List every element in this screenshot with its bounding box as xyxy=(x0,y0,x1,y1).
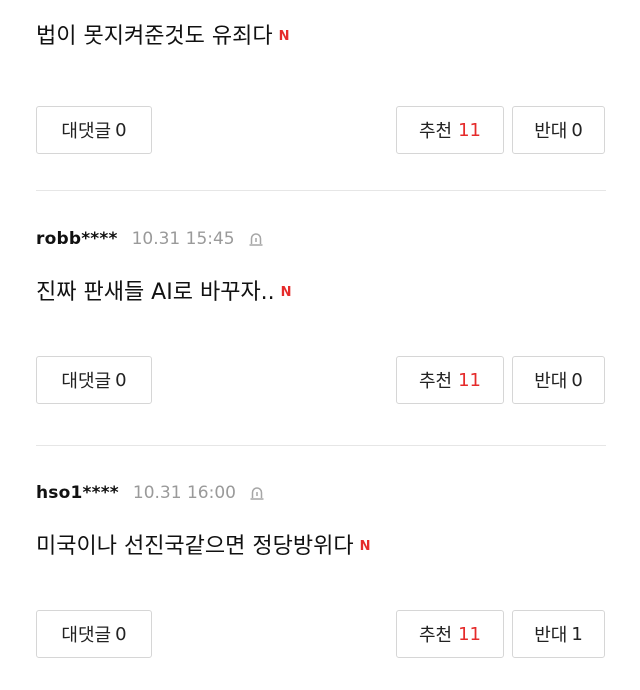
reply-label: 대댓글 xyxy=(61,625,112,646)
comment-body: 미국이나 선진국같으면 정당방위다 xyxy=(36,534,354,559)
reply-label: 대댓글 xyxy=(61,371,112,392)
downvote-label: 반대 xyxy=(534,625,568,646)
comment-text: 진짜 판새들 AI로 바꾸자.. N xyxy=(36,274,292,306)
upvote-label: 추천 xyxy=(418,371,453,392)
comment-list: 법이 못지켜준것도 유죄다 N 대댓글 0 추천 11 반대 0 robb***… xyxy=(0,0,640,690)
upvote-label: 추천 xyxy=(418,625,453,646)
comment-body: 법이 못지켜준것도 유죄다 xyxy=(36,24,273,49)
downvote-button[interactable]: 반대 1 xyxy=(512,610,605,658)
downvote-label: 반대 xyxy=(534,371,568,392)
reply-button[interactable]: 대댓글 0 xyxy=(36,106,152,154)
comment-divider xyxy=(36,445,606,446)
new-badge: N xyxy=(278,28,290,44)
reply-count: 0 xyxy=(115,119,127,141)
downvote-button[interactable]: 반대 0 xyxy=(512,356,605,404)
reply-count: 0 xyxy=(115,369,127,391)
comment-text: 미국이나 선진국같으면 정당방위다 N xyxy=(36,528,370,560)
upvote-label: 추천 xyxy=(418,121,453,142)
comment-time: 10.31 16:00 xyxy=(132,483,236,503)
comment-divider xyxy=(36,190,606,191)
downvote-label: 반대 xyxy=(534,121,568,142)
upvote-button[interactable]: 추천 11 xyxy=(396,610,504,658)
reply-count: 0 xyxy=(115,623,127,645)
comment-time: 10.31 15:45 xyxy=(131,229,235,249)
new-badge: N xyxy=(359,538,371,554)
comment-body: 진짜 판새들 AI로 바꾸자.. xyxy=(36,280,275,305)
downvote-count: 1 xyxy=(571,623,583,645)
downvote-count: 0 xyxy=(571,119,583,141)
comment-text: 법이 못지켜준것도 유죄다 N xyxy=(36,18,290,50)
new-badge: N xyxy=(280,284,292,300)
siren-icon[interactable] xyxy=(247,230,265,248)
upvote-button[interactable]: 추천 11 xyxy=(396,106,504,154)
reply-label: 대댓글 xyxy=(61,121,112,142)
upvote-count: 11 xyxy=(458,119,482,141)
reply-button[interactable]: 대댓글 0 xyxy=(36,610,152,658)
upvote-count: 11 xyxy=(458,623,482,645)
comment-meta: robb**** 10.31 15:45 xyxy=(36,227,265,251)
siren-icon[interactable] xyxy=(248,484,266,502)
downvote-count: 0 xyxy=(571,369,583,391)
comment-meta: hso1**** 10.31 16:00 xyxy=(36,481,266,505)
comment-author[interactable]: hso1**** xyxy=(36,483,119,503)
upvote-button[interactable]: 추천 11 xyxy=(396,356,504,404)
downvote-button[interactable]: 반대 0 xyxy=(512,106,605,154)
comment-author[interactable]: robb**** xyxy=(36,229,118,249)
upvote-count: 11 xyxy=(458,369,482,391)
reply-button[interactable]: 대댓글 0 xyxy=(36,356,152,404)
